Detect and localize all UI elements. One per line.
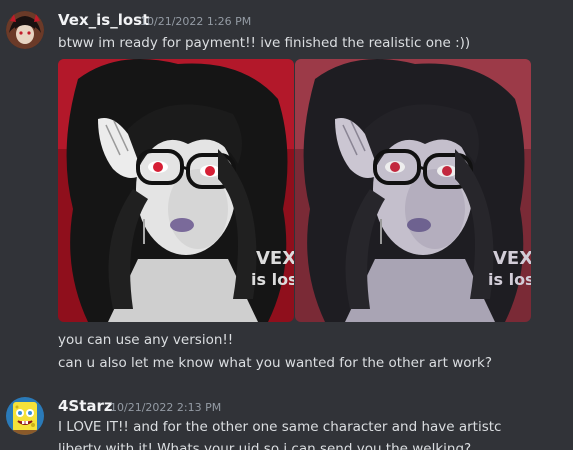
username[interactable]: Vex_is_lost [58,11,149,29]
image-attachment[interactable]: VEX is los [58,59,294,322]
message-text: liberty with it! Whats your uid so i can… [58,441,472,450]
chat-message-list: Vex_is_lost 10/21/2022 1:26 PM btww im r… [0,0,573,450]
image-attachment[interactable]: VEX is los [295,59,531,322]
message-text: can u also let me know what you wanted f… [58,355,493,371]
watermark-text: is los [488,270,531,289]
watermark-text: VEX [493,248,531,269]
username[interactable]: 4Starz [58,397,113,415]
timestamp: 10/21/2022 1:26 PM [140,15,252,28]
avatar[interactable] [6,397,44,435]
message-text: you can use any version!! [58,332,234,348]
message-group: Vex_is_lost 10/21/2022 1:26 PM btww im r… [0,0,573,380]
message-text: I LOVE IT!! and for the other one same c… [58,419,502,435]
watermark-text: is los [251,270,294,289]
avatar[interactable] [6,11,44,49]
message-group: 4Starz 10/21/2022 2:13 PM I LOVE IT!! an… [0,388,573,450]
timestamp: 10/21/2022 2:13 PM [110,401,222,414]
message-text: btww im ready for payment!! ive finished… [58,35,471,51]
watermark-text: VEX [256,248,294,269]
